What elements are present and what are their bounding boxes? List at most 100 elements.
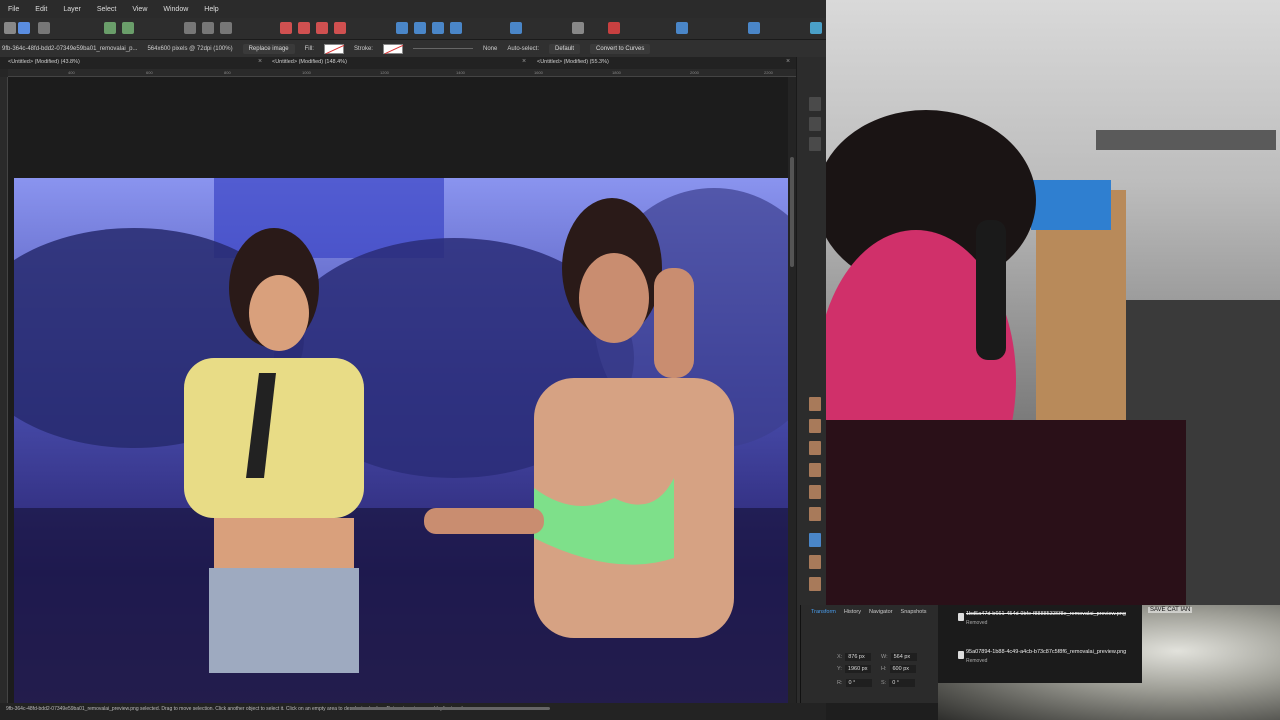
layer-thumbnail[interactable] bbox=[809, 463, 821, 477]
tab-snapshots[interactable]: Snapshots bbox=[901, 609, 927, 615]
context-toolbar: 9fb-364c-48fd-bdd2-07349e59ba01_removala… bbox=[0, 40, 826, 57]
ruler-tick: 1800 bbox=[612, 70, 621, 75]
affinity-window: File Edit Layer Select View Window Help … bbox=[0, 0, 826, 720]
ruler-tick: 1400 bbox=[456, 70, 465, 75]
layer-thumbnail-selected[interactable] bbox=[809, 533, 821, 547]
persona-icon[interactable] bbox=[4, 22, 16, 34]
ruler-tick: 600 bbox=[146, 70, 153, 75]
ruler-tick: 400 bbox=[68, 70, 75, 75]
ruler-tick: 1600 bbox=[534, 70, 543, 75]
stroke-swatch[interactable] bbox=[382, 43, 403, 54]
menu-select[interactable]: Select bbox=[89, 6, 124, 13]
ruler-tick: 1000 bbox=[302, 70, 311, 75]
distribute-icon[interactable] bbox=[510, 22, 522, 34]
snap-object-icon[interactable] bbox=[220, 22, 232, 34]
vertical-scrollbar[interactable] bbox=[788, 77, 796, 703]
snap-grid-icon[interactable] bbox=[202, 22, 214, 34]
layer-thumbnail[interactable] bbox=[809, 419, 821, 433]
tab-doc-3[interactable]: <Untitled> (Modified) (55.3%) bbox=[537, 59, 609, 65]
horizontal-ruler: 400 600 800 1000 1200 1400 1600 1800 200… bbox=[8, 69, 796, 77]
layer-thumbnail[interactable] bbox=[809, 507, 821, 521]
gear-icon[interactable] bbox=[122, 22, 134, 34]
align-center-icon[interactable] bbox=[414, 22, 426, 34]
layer-thumbnail[interactable] bbox=[809, 577, 821, 591]
auto-select-dropdown[interactable]: Default bbox=[549, 43, 581, 54]
export-list: 1bd5a47d-b661-454d-9bfe-f88885336f8e_rem… bbox=[938, 605, 1142, 683]
tab-close-icon[interactable]: × bbox=[786, 58, 790, 65]
tab-doc-1[interactable]: <Untitled> (Modified) (43.8%) bbox=[8, 59, 80, 65]
document-icon[interactable] bbox=[38, 22, 50, 34]
menu-layer[interactable]: Layer bbox=[55, 6, 89, 13]
transform-panel: Transform History Navigator Snapshots X:… bbox=[800, 605, 938, 703]
tab-transform[interactable]: Transform bbox=[811, 609, 836, 615]
tab-doc-2[interactable]: <Untitled> (Modified) (148.4%) bbox=[272, 59, 347, 65]
webcam-illustration bbox=[826, 110, 1280, 605]
menu-view[interactable]: View bbox=[124, 6, 155, 13]
ruler-tick: 800 bbox=[224, 70, 231, 75]
tab-navigator[interactable]: Navigator bbox=[869, 609, 893, 615]
document-canvas[interactable] bbox=[8, 77, 788, 703]
stroke-style[interactable]: None bbox=[483, 46, 497, 52]
layer-thumbnail[interactable] bbox=[809, 555, 821, 569]
list-item[interactable]: 95a07894-1b88-4c49-a4cb-b73c87c5f8f6_rem… bbox=[958, 649, 1156, 664]
canvas-photo[interactable] bbox=[14, 178, 788, 703]
tab-close-icon[interactable]: × bbox=[522, 58, 526, 65]
vertical-ruler bbox=[0, 77, 8, 703]
fill-label: Fill: bbox=[304, 45, 314, 52]
layer-thumbnail[interactable] bbox=[809, 485, 821, 499]
layer-thumbnail[interactable] bbox=[809, 117, 821, 131]
boolean-subtract-icon[interactable] bbox=[748, 22, 760, 34]
flip-icon[interactable] bbox=[608, 22, 620, 34]
stroke-width-slider[interactable] bbox=[412, 48, 473, 49]
ruler-tick: 2200 bbox=[764, 70, 773, 75]
align-right-icon[interactable] bbox=[432, 22, 444, 34]
document-tabs: <Untitled> (Modified) (43.8%) × <Untitle… bbox=[0, 57, 796, 69]
layer-thumbnail[interactable] bbox=[809, 137, 821, 151]
tab-close-icon[interactable]: × bbox=[258, 58, 262, 65]
layer-thumbnail[interactable] bbox=[809, 397, 821, 411]
ruler-tick: 1200 bbox=[380, 70, 389, 75]
arrange-front-icon[interactable] bbox=[334, 22, 346, 34]
boolean-add-icon[interactable] bbox=[676, 22, 688, 34]
y-field[interactable]: Y: 1960 px bbox=[837, 665, 871, 673]
arrange-back-icon[interactable] bbox=[280, 22, 292, 34]
main-toolbar bbox=[0, 18, 826, 40]
scroll-thumb[interactable] bbox=[790, 157, 794, 267]
layer-thumbnail[interactable] bbox=[809, 97, 821, 111]
snap-icon[interactable] bbox=[184, 22, 196, 34]
horizontal-scrollbar[interactable] bbox=[350, 707, 550, 710]
menu-edit[interactable]: Edit bbox=[27, 6, 55, 13]
menu-file[interactable]: File bbox=[0, 6, 27, 13]
fill-swatch[interactable] bbox=[323, 43, 344, 54]
file-icon bbox=[958, 613, 964, 621]
rotation-field[interactable]: R: 0 ° bbox=[837, 679, 872, 687]
selection-filename: 9fb-364c-48fd-bdd2-07349e59ba01_removala… bbox=[2, 45, 138, 52]
w-field[interactable]: W: 564 px bbox=[881, 653, 917, 661]
x-field[interactable]: X: 876 px bbox=[837, 653, 872, 661]
stroke-label: Stroke: bbox=[353, 45, 373, 52]
auto-select-label: Auto-select: bbox=[507, 45, 540, 52]
convert-to-curves-button[interactable]: Convert to Curves bbox=[590, 43, 651, 54]
assistant-icon[interactable] bbox=[810, 22, 822, 34]
layer-thumbnail[interactable] bbox=[809, 441, 821, 455]
menu-help[interactable]: Help bbox=[196, 6, 226, 13]
menu-bar: File Edit Layer Select View Window Help bbox=[0, 0, 826, 18]
grid-persona-icon[interactable] bbox=[18, 22, 30, 34]
arrange-forward-icon[interactable] bbox=[316, 22, 328, 34]
transform-icon[interactable] bbox=[572, 22, 584, 34]
status-bar: 9fb-364c-48fd-bdd2-07349e59ba01_removala… bbox=[0, 703, 826, 720]
h-field[interactable]: H: 600 px bbox=[881, 665, 916, 673]
tab-history[interactable]: History bbox=[844, 609, 861, 615]
shear-field[interactable]: S: 0 ° bbox=[881, 679, 916, 687]
align-left-icon[interactable] bbox=[396, 22, 408, 34]
webcam-overlay bbox=[826, 0, 1280, 605]
photo-illustration bbox=[14, 178, 788, 703]
file-icon bbox=[958, 651, 964, 659]
arrange-backward-icon[interactable] bbox=[298, 22, 310, 34]
align-top-icon[interactable] bbox=[450, 22, 462, 34]
replace-image-button[interactable]: Replace image bbox=[242, 43, 295, 54]
settings-icon[interactable] bbox=[104, 22, 116, 34]
menu-window[interactable]: Window bbox=[155, 6, 196, 13]
list-item[interactable]: 1bd5a47d-b661-454d-9bfe-f88885336f8e_rem… bbox=[958, 611, 1156, 626]
selection-dimensions[interactable]: 564x600 pixels @ 72dpi (100%) bbox=[147, 46, 232, 52]
